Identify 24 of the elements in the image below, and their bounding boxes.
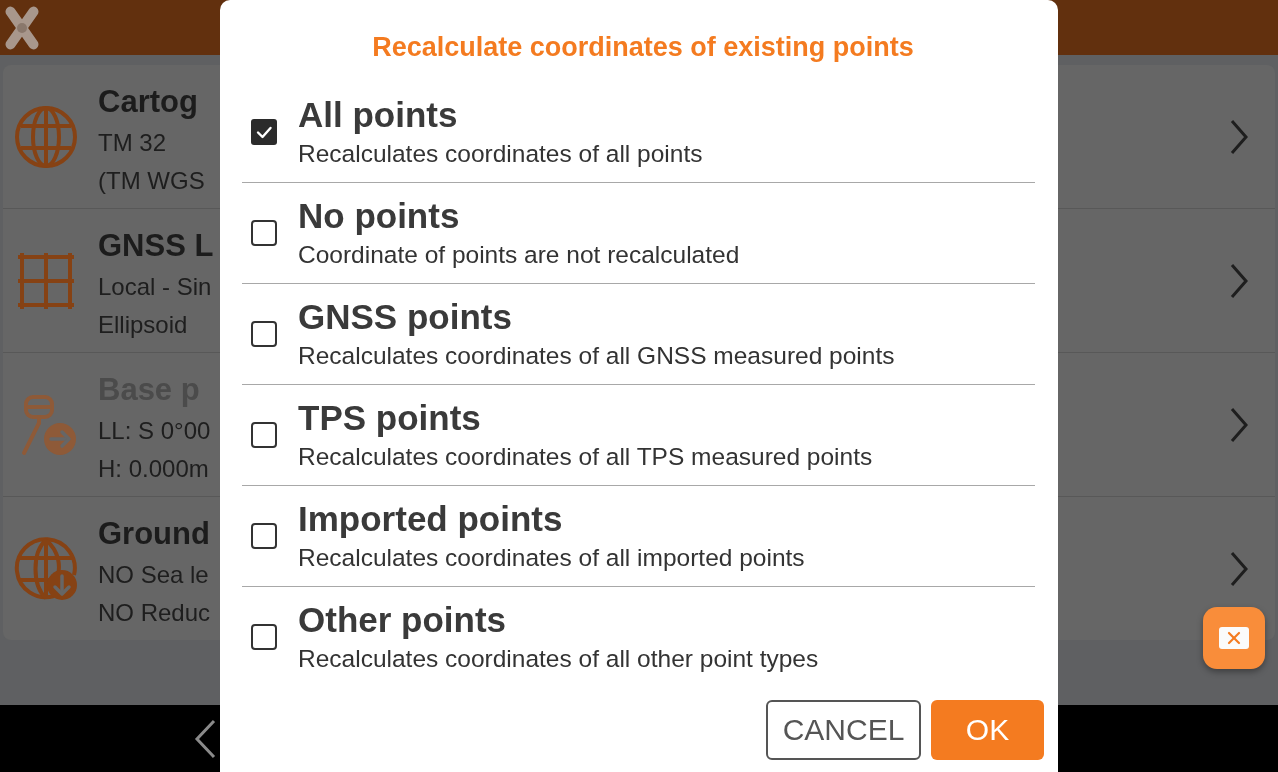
row-detail: Local - Sin (98, 272, 212, 302)
option-label: GNSS points (298, 296, 512, 338)
option-label: Other points (298, 599, 507, 641)
row-title: GNSS L (98, 227, 214, 265)
row-title: Ground (98, 515, 210, 553)
row-title: Cartog (98, 83, 198, 121)
row-detail: TM 32 (98, 128, 166, 158)
option-description: Recalculates coordinates of all GNSS measured points (298, 341, 895, 371)
option-label: All points (298, 94, 458, 136)
row-detail: LL: S 0°00 (98, 416, 211, 446)
option-label: Imported points (298, 498, 563, 540)
row-detail: (TM WGS (98, 166, 205, 196)
dialog-title: Recalculate coordinates of existing points (371, 31, 915, 64)
option-description: Recalculates coordinates of all other point types (298, 644, 819, 674)
option-description: Recalculates coordinates of all TPS measured points (298, 442, 873, 472)
option-description: Coordinate of points are not recalculated (298, 240, 740, 270)
option-label: No points (298, 195, 460, 237)
option-description: Recalculates coordinates of all imported points (298, 543, 805, 573)
row-detail: Ellipsoid (98, 310, 188, 340)
row-detail: NO Sea le (98, 560, 209, 590)
option-label: TPS points (298, 397, 481, 439)
row-detail: H: 0.000m (98, 454, 209, 484)
option-description: Recalculates coordinates of all points (298, 139, 703, 169)
row-detail: NO Reduc (98, 598, 211, 628)
